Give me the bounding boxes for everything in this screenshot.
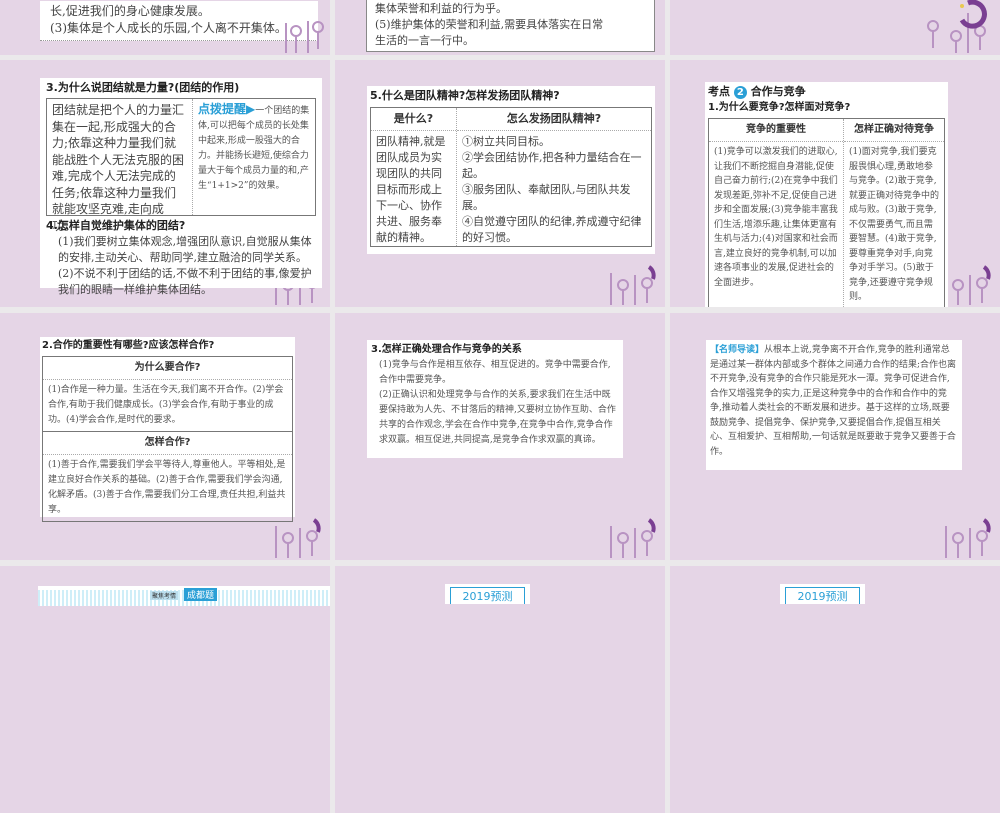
text-line: 生活的一言一行中。: [375, 34, 474, 47]
table-cell: (1)面对竞争,我们要克服畏惧心理,勇敢地参与竞争。(2)敢于竞争,就要正确对待…: [849, 147, 940, 302]
tip-label: 点拨提醒▶: [198, 102, 256, 116]
content-table: 是什么? 团队精神,就是团队成员为实现团队的共同目标而形成上下一心、协作共进、服…: [370, 107, 652, 247]
table-header: 是什么?: [371, 108, 456, 131]
question-heading: 5.什么是团队精神?怎样发扬团队精神?: [370, 89, 560, 102]
guide-text: 从根本上说,竞争离不开合作,竞争的胜利通常总是通过某一群体内部或多个群体之间通力…: [710, 345, 957, 457]
table-header: 竞争的重要性: [709, 119, 843, 142]
question-heading: 2.合作的重要性有哪些?应该怎样合作?: [42, 340, 215, 351]
decoration-icon: [945, 518, 991, 558]
decoration-icon: [275, 518, 321, 558]
topic-title: 合作与竞争: [750, 85, 806, 98]
text-line: 集体荣誉和利益的行为乎。: [375, 2, 507, 15]
content-table: 竞争的重要性 (1)竞争可以激发我们的进取心,让我们不断挖掘自身潜能,促使自己奋…: [708, 118, 945, 307]
content-table: 团结就是把个人的力量汇集在一起,形成强大的合力;依靠这种力量我们就能战胜个人无法…: [46, 98, 316, 233]
decoration-icon: [610, 518, 656, 558]
table-header: 怎么发扬团队精神?: [457, 108, 651, 131]
content-table: 为什么要合作? (1)合作是一种力量。生活在今天,我们离不开合作。(2)学会合作…: [42, 356, 293, 522]
content-box: 2.合作的重要性有哪些?应该怎样合作? 为什么要合作? (1)合作是一种力量。生…: [40, 337, 295, 522]
list-item: ③服务团队、奉献团队,与团队共发展。: [462, 183, 631, 212]
decoration-icon: [610, 265, 656, 305]
tip-cell: 点拨提醒▶一个团结的集体,可以把每个成员的长处集中起来,形成一股强大的合力。并能…: [192, 99, 315, 215]
slide-thumbnail[interactable]: 集体荣誉和利益的行为乎。 (5)维护集体的荣誉和利益,需要具体落实在日常 生活的…: [335, 0, 665, 55]
slide-thumbnail[interactable]: 考点 2 合作与竞争 1.为什么要竞争?怎样面对竞争? 竞争的重要性 (1)竞争…: [670, 60, 1000, 307]
decoration-icon: [927, 0, 987, 53]
content-box: 考点 2 合作与竞争 1.为什么要竞争?怎样面对竞争? 竞争的重要性 (1)竞争…: [705, 82, 948, 307]
table-cell: (1)合作是一种力量。生活在今天,我们离不开合作。(2)学会合作,有助于我们健康…: [48, 385, 284, 425]
list-item: ②学会团结协作,把各种力量结合在一起。: [462, 151, 642, 180]
answer-text: (1)我们要树立集体观念,增强团队意识,自觉服从集体的安排,主动关心、帮助同学,…: [58, 235, 312, 264]
tag-box: 2019预测: [780, 584, 865, 604]
table-column: 竞争的重要性 (1)竞争可以激发我们的进取心,让我们不断挖掘自身潜能,促使自己奋…: [709, 119, 843, 307]
banner-small-label: 聚焦考情: [150, 591, 179, 600]
table-cell: (1)善于合作,需要我们学会平等待人,尊重他人。平等相处,是建立良好合作关系的基…: [48, 460, 286, 515]
content-box: 3.怎样正确处理合作与竞争的关系 (1)竞争与合作是相互依存、相互促进的。竞争中…: [367, 340, 623, 458]
table-cell: 团队精神,就是团队成员为实现团队的共同目标而形成上下一心、协作共进、服务奉献的精…: [376, 135, 446, 244]
slide-thumbnail[interactable]: 3.为什么说团结就是力量?(团结的作用) 团结就是把个人的力量汇集在一起,形成强…: [0, 60, 330, 307]
slide-thumbnail[interactable]: [670, 0, 1000, 55]
decoration-icon: [285, 21, 324, 53]
table-header: 怎样合作?: [43, 431, 292, 455]
tag-box: 2019预测: [445, 584, 530, 604]
content-box: 集体荣誉和利益的行为乎。 (5)维护集体的荣誉和利益,需要具体落实在日常 生活的…: [366, 0, 655, 52]
question-heading: 1.为什么要竞争?怎样面对竞争?: [708, 102, 851, 113]
table-column: 怎样正确对待竞争 (1)面对竞争,我们要克服畏惧心理,勇敢地参与竞争。(2)敢于…: [843, 119, 944, 307]
year-tag: 2019预测: [785, 587, 860, 604]
slide-thumbnail[interactable]: 2019预测: [670, 566, 1000, 813]
question-heading: 3.为什么说团结就是力量?(团结的作用): [46, 81, 240, 94]
banner-title: 成都题: [184, 588, 218, 601]
kaodian-label: 考点: [708, 85, 730, 98]
slide-thumbnail[interactable]: 长,促进我们的身心健康发展。 (3)集体是个人成长的乐园,个人离不开集体。: [0, 0, 330, 55]
answer-text: (2)不说不利于团结的话,不做不利于团结的事,像爱护我们的眼睛一样维护集体团结。: [58, 267, 312, 296]
answer-text: (2)正确认识和处理竞争与合作的关系,要求我们在生活中既要保持敢为人先、不甘落后…: [379, 390, 616, 445]
table-column: 是什么? 团队精神,就是团队成员为实现团队的共同目标而形成上下一心、协作共进、服…: [371, 108, 456, 246]
content-box: 5.什么是团队精神?怎样发扬团队精神? 是什么? 团队精神,就是团队成员为实现团…: [367, 86, 655, 254]
content-box: 3.为什么说团结就是力量?(团结的作用) 团结就是把个人的力量汇集在一起,形成强…: [40, 78, 322, 296]
table-header: 为什么要合作?: [43, 357, 292, 380]
text-line: (5)维护集体的荣誉和利益,需要具体落实在日常: [375, 18, 604, 31]
content-box: 【名师导读】从根本上说,竞争离不开合作,竞争的胜利通常总是通过某一群体内部或多个…: [706, 340, 962, 470]
slide-thumbnail[interactable]: 2019预测: [335, 566, 665, 813]
table-cell: 团结就是把个人的力量汇集在一起,形成强大的合力;依靠这种力量我们就能战胜个人无法…: [52, 103, 185, 233]
question-heading: 4.怎样自觉维护集体的团结?: [46, 219, 186, 232]
banner: 聚焦考情 成都题: [38, 586, 330, 606]
question-heading: 3.怎样正确处理合作与竞争的关系: [371, 344, 522, 355]
table-cell: (1)竞争可以激发我们的进取心,让我们不断挖掘自身潜能,促使自己奋力前行;(2)…: [714, 147, 838, 288]
guide-label: 【名师导读】: [710, 345, 765, 355]
number-badge: 2: [733, 86, 747, 99]
table-header: 怎样正确对待竞争: [844, 119, 944, 142]
list-item: ④自觉遵守团队的纪律,养成遵守纪律的好习惯。: [462, 215, 642, 244]
slide-thumbnail[interactable]: 2.合作的重要性有哪些?应该怎样合作? 为什么要合作? (1)合作是一种力量。生…: [0, 313, 330, 560]
slide-thumbnail[interactable]: 3.怎样正确处理合作与竞争的关系 (1)竞争与合作是相互依存、相互促进的。竞争中…: [335, 313, 665, 560]
slide-thumbnail[interactable]: 【名师导读】从根本上说,竞争离不开合作,竞争的胜利通常总是通过某一群体内部或多个…: [670, 313, 1000, 560]
section-heading: 考点 2 合作与竞争: [708, 84, 945, 100]
table-column: 怎么发扬团队精神? ①树立共同目标。 ②学会团结协作,把各种力量结合在一起。 ③…: [456, 108, 651, 246]
answer-text: (1)竞争与合作是相互依存、相互促进的。竞争中需要合作,合作中需要竞争。: [379, 360, 611, 385]
tip-text: 一个团结的集体,可以把每个成员的长处集中起来,形成一股强大的合力。并能扬长避短,…: [198, 106, 310, 191]
slide-thumbnail[interactable]: 聚焦考情 成都题: [0, 566, 330, 813]
list-item: ①树立共同目标。: [462, 135, 550, 148]
slide-thumbnail[interactable]: 5.什么是团队精神?怎样发扬团队精神? 是什么? 团队精神,就是团队成员为实现团…: [335, 60, 665, 307]
year-tag: 2019预测: [450, 587, 525, 604]
